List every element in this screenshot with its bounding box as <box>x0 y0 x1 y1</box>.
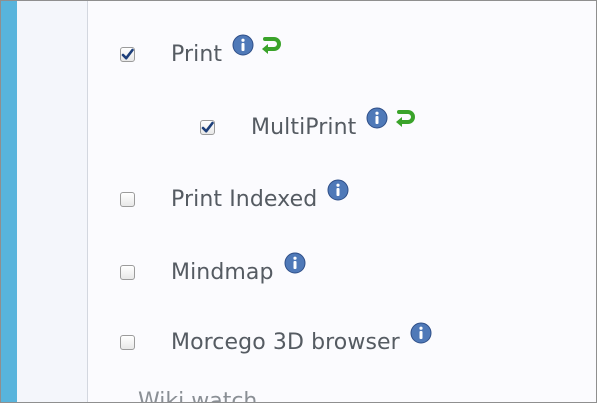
option-label: MultiPrint <box>251 114 357 140</box>
option-label: Morcego 3D browser <box>171 329 400 355</box>
info-icon[interactable] <box>366 107 388 129</box>
option-print: Print <box>120 34 283 69</box>
option-label: Print Indexed <box>171 186 318 212</box>
left-column <box>17 1 88 402</box>
undo-arrow-icon[interactable] <box>259 35 283 55</box>
feature-options: Print MultiPrint Print Indexed Mindmap M… <box>88 1 596 402</box>
option-print-indexed: Print Indexed <box>120 179 349 214</box>
settings-panel: Print MultiPrint Print Indexed Mindmap M… <box>0 0 597 403</box>
info-icon[interactable] <box>232 34 254 56</box>
checkbox-print-indexed[interactable] <box>120 191 135 207</box>
checkbox-morcego-3d-browser[interactable] <box>120 334 135 350</box>
info-icon[interactable] <box>284 252 306 274</box>
option-multiprint: MultiPrint <box>200 107 417 142</box>
info-icon[interactable] <box>410 322 432 344</box>
checkbox-mindmap[interactable] <box>120 264 135 280</box>
option-label: Print <box>171 41 223 67</box>
option-mindmap: Mindmap <box>120 252 306 287</box>
undo-arrow-icon[interactable] <box>393 108 417 128</box>
checkbox-print[interactable] <box>120 46 135 62</box>
next-section-label-partial: Wiki watch <box>138 389 258 403</box>
info-icon[interactable] <box>327 179 349 201</box>
accent-bar <box>1 1 17 402</box>
option-morcego-3d-browser: Morcego 3D browser <box>120 322 432 357</box>
option-label: Mindmap <box>171 259 274 285</box>
checkbox-multiprint[interactable] <box>200 119 215 135</box>
